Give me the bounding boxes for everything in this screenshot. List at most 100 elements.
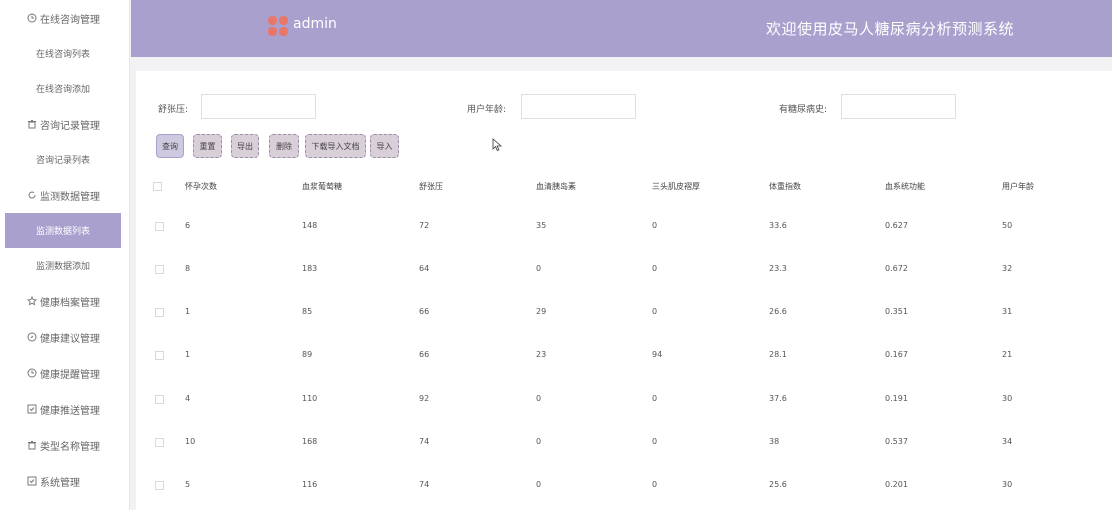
diastolic-input[interactable] [201, 94, 316, 119]
diabetes-input[interactable] [841, 94, 956, 119]
table-cell: 0 [536, 394, 542, 403]
sidebar-group-label: 健康提醒管理 [40, 369, 100, 381]
select-all-checkbox[interactable] [153, 182, 162, 191]
column-header: 三头肌皮褶厚 [652, 182, 700, 191]
sidebar-group-label: 系统管理 [40, 477, 80, 489]
top-header: admin 欢迎使用皮马人糖尿病分析预测系统 [131, 0, 1112, 57]
table-cell: 32 [1002, 264, 1013, 273]
table-cell: 148 [302, 221, 318, 230]
sidebar-group-advice[interactable]: 健康建议管理 [0, 319, 129, 355]
row-checkbox[interactable] [155, 265, 164, 274]
table-cell: 10 [185, 437, 196, 446]
table-cell: 85 [302, 307, 313, 316]
table-cell: 6 [185, 221, 191, 230]
filter-label-diastolic: 舒张压: [158, 105, 189, 115]
sidebar-item-monitor-add[interactable]: 监测数据添加 [5, 248, 121, 283]
table-cell: 34 [1002, 437, 1013, 446]
table-cell: 0 [652, 264, 658, 273]
table-cell: 0 [652, 221, 658, 230]
sidebar-group-label: 健康建议管理 [40, 333, 100, 345]
sidebar-group-system[interactable]: 系统管理 [0, 463, 129, 499]
age-input[interactable] [521, 94, 636, 119]
query-button[interactable]: 查询 [156, 134, 184, 158]
check-square-icon [26, 476, 37, 487]
table-cell: 0 [536, 480, 542, 489]
sidebar-item-monitor-list[interactable]: 监测数据列表 [5, 213, 121, 248]
column-header: 舒张压 [419, 182, 443, 191]
table-cell: 0 [536, 264, 542, 273]
check-square-icon [26, 404, 37, 415]
sidebar-item-record-list[interactable]: 咨询记录列表 [5, 142, 121, 177]
table-cell: 37.6 [769, 394, 787, 403]
row-checkbox[interactable] [155, 222, 164, 231]
delete-button[interactable]: 删除 [269, 134, 299, 158]
sidebar-group-record[interactable]: 咨询记录管理 [0, 106, 129, 142]
table-cell: 0.537 [885, 437, 908, 446]
table-cell: 30 [1002, 394, 1013, 403]
table-cell: 1 [185, 307, 191, 316]
table-cell: 94 [652, 350, 663, 359]
table-cell: 0.201 [885, 480, 908, 489]
logo-icon [268, 16, 288, 36]
table-cell: 168 [302, 437, 318, 446]
table-cell: 50 [1002, 221, 1013, 230]
table-cell: 5 [185, 480, 191, 489]
sidebar-group-consult[interactable]: 在线咨询管理 [0, 0, 129, 36]
table-cell: 74 [419, 437, 430, 446]
clock-icon [26, 368, 37, 379]
row-checkbox[interactable] [155, 438, 164, 447]
table-cell: 66 [419, 307, 430, 316]
row-checkbox[interactable] [155, 481, 164, 490]
sidebar-item-consult-add[interactable]: 在线咨询添加 [5, 71, 121, 106]
import-button[interactable]: 导入 [370, 134, 399, 158]
page-title: 欢迎使用皮马人糖尿病分析预测系统 [766, 20, 1015, 38]
row-checkbox[interactable] [155, 395, 164, 404]
sidebar-item-consult-list[interactable]: 在线咨询列表 [5, 36, 121, 71]
column-header: 用户年龄 [1002, 182, 1034, 191]
filter-label-age: 用户年龄: [467, 105, 507, 115]
table-cell: 29 [536, 307, 547, 316]
compass-icon [26, 332, 37, 343]
sidebar-group-reminder[interactable]: 健康提醒管理 [0, 355, 129, 391]
sidebar-group-type[interactable]: 类型名称管理 [0, 427, 129, 463]
table-cell: 0.191 [885, 394, 908, 403]
table-cell: 116 [302, 480, 318, 489]
table-cell: 72 [419, 221, 430, 230]
sidebar-group-label: 监测数据管理 [40, 191, 100, 203]
mouse-cursor-icon [492, 138, 502, 152]
row-checkbox[interactable] [155, 351, 164, 360]
export-button[interactable]: 导出 [231, 134, 259, 158]
table-cell: 35 [536, 221, 547, 230]
clock-icon [26, 13, 37, 24]
column-header: 血浆葡萄糖 [302, 182, 342, 191]
sidebar-group-archive[interactable]: 健康档案管理 [0, 283, 129, 319]
table-cell: 0 [652, 437, 658, 446]
row-checkbox[interactable] [155, 308, 164, 317]
table-cell: 31 [1002, 307, 1013, 316]
table-cell: 4 [185, 394, 191, 403]
download-template-button[interactable]: 下载导入文档 [305, 134, 366, 158]
trash-icon [26, 440, 37, 451]
table-cell: 0 [652, 394, 658, 403]
table-cell: 183 [302, 264, 318, 273]
table-cell: 21 [1002, 350, 1013, 359]
column-header: 怀孕次数 [185, 182, 217, 191]
sidebar-group-monitor[interactable]: 监测数据管理 [0, 177, 129, 213]
table-cell: 25.6 [769, 480, 787, 489]
reset-button[interactable]: 重置 [193, 134, 222, 158]
sidebar-group-push[interactable]: 健康推送管理 [0, 391, 129, 427]
table-cell: 110 [302, 394, 318, 403]
table-cell: 89 [302, 350, 313, 359]
table-cell: 64 [419, 264, 430, 273]
refresh-icon [26, 190, 37, 201]
sidebar-group-label: 咨询记录管理 [40, 120, 100, 132]
sidebar: 在线咨询管理 在线咨询列表 在线咨询添加 咨询记录管理 咨询记录列表 监测数据管… [0, 0, 130, 510]
table-cell: 38 [769, 437, 780, 446]
table-cell: 0.351 [885, 307, 908, 316]
table-cell: 0 [652, 480, 658, 489]
table-cell: 0.672 [885, 264, 908, 273]
table-cell: 0 [652, 307, 658, 316]
column-header: 血清胰岛素 [536, 182, 576, 191]
table-cell: 8 [185, 264, 191, 273]
sidebar-group-label: 健康档案管理 [40, 297, 100, 309]
